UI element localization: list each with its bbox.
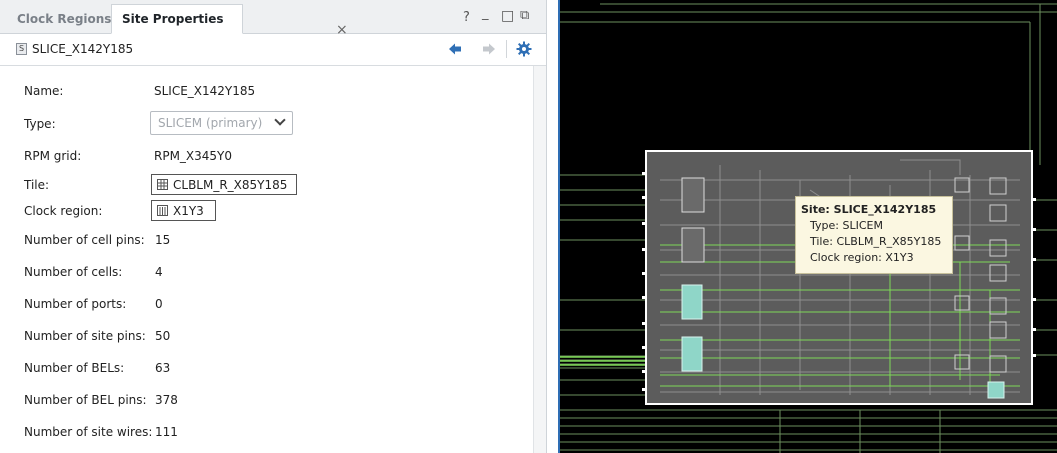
bels-label: Number of BELs: bbox=[24, 361, 125, 375]
bel-pins-label: Number of BEL pins: bbox=[24, 393, 147, 407]
tooltip-title: Site: SLICE_X142Y185 bbox=[801, 203, 937, 216]
clock-region-link[interactable]: X1Y3 bbox=[151, 200, 216, 221]
tooltip-clock-region: Clock region: X1Y3 bbox=[810, 251, 914, 264]
name-value: SLICE_X142Y185 bbox=[154, 84, 256, 98]
ports-value: 0 bbox=[155, 297, 163, 311]
tab-clock-regions[interactable]: Clock Regions bbox=[6, 4, 122, 34]
tile-label: Tile: bbox=[24, 178, 50, 192]
rpm-grid-value: RPM_X345Y0 bbox=[154, 149, 233, 163]
site-pins-label: Number of site pins: bbox=[24, 329, 146, 343]
ports-label: Number of ports: bbox=[24, 297, 127, 311]
bels-value: 63 bbox=[155, 361, 171, 375]
selected-site-title: SLICE_X142Y185 bbox=[32, 42, 134, 56]
cells-label: Number of cells: bbox=[24, 265, 123, 279]
type-label: Type: bbox=[24, 117, 56, 131]
site-wires-value: 111 bbox=[155, 425, 178, 439]
tile-grid-icon bbox=[157, 179, 168, 190]
tooltip-tile: Tile: CLBLM_R_X85Y185 bbox=[810, 235, 942, 248]
bel-pins-value: 378 bbox=[155, 393, 178, 407]
cell-pins-value: 15 bbox=[155, 233, 171, 247]
site-tooltip: Site: SLICE_X142Y185 Type: SLICEM Tile: … bbox=[795, 196, 953, 274]
clock-region-label: Clock region: bbox=[24, 204, 103, 218]
clock-region-value: X1Y3 bbox=[173, 204, 204, 218]
tile-value: CLBLM_R_X85Y185 bbox=[173, 178, 288, 192]
gear-icon[interactable] bbox=[516, 41, 532, 61]
maximize-icon[interactable]: □ bbox=[501, 8, 514, 24]
properties-scrollbar[interactable] bbox=[533, 66, 546, 453]
name-label: Name: bbox=[24, 84, 64, 98]
back-arrow-icon[interactable] bbox=[447, 41, 463, 61]
cell-pins-label: Number of cell pins: bbox=[24, 233, 145, 247]
tab-site-properties[interactable]: Site Properties × bbox=[111, 4, 348, 38]
tooltip-type: Type: SLICEM bbox=[810, 219, 883, 232]
site-properties-panel: Clock Regions Site Properties × ? _ □ ⧉ … bbox=[0, 0, 547, 453]
toolbar-divider bbox=[506, 40, 507, 58]
site-icon: S bbox=[16, 43, 27, 55]
site-pins-value: 50 bbox=[155, 329, 171, 343]
forward-arrow-icon[interactable] bbox=[481, 41, 497, 61]
tab-bar: Clock Regions Site Properties × ? _ □ ⧉ bbox=[0, 0, 546, 38]
site-wires-label: Number of site wires: bbox=[24, 425, 153, 439]
cells-value: 4 bbox=[155, 265, 163, 279]
tile-link[interactable]: CLBLM_R_X85Y185 bbox=[151, 174, 297, 195]
help-icon[interactable]: ? bbox=[463, 10, 470, 25]
type-select-value: SLICEM (primary) bbox=[158, 116, 263, 130]
tab-site-properties-label: Site Properties bbox=[122, 12, 224, 26]
type-select[interactable]: SLICEM (primary) bbox=[150, 111, 293, 135]
minimize-icon[interactable]: _ bbox=[482, 6, 489, 21]
chevron-down-icon bbox=[274, 114, 286, 126]
float-window-icon[interactable]: ⧉ bbox=[520, 8, 529, 23]
properties-toolbar: S SLICE_X142Y185 bbox=[0, 34, 546, 66]
clock-region-icon bbox=[157, 205, 168, 216]
rpm-grid-label: RPM grid: bbox=[24, 149, 82, 163]
